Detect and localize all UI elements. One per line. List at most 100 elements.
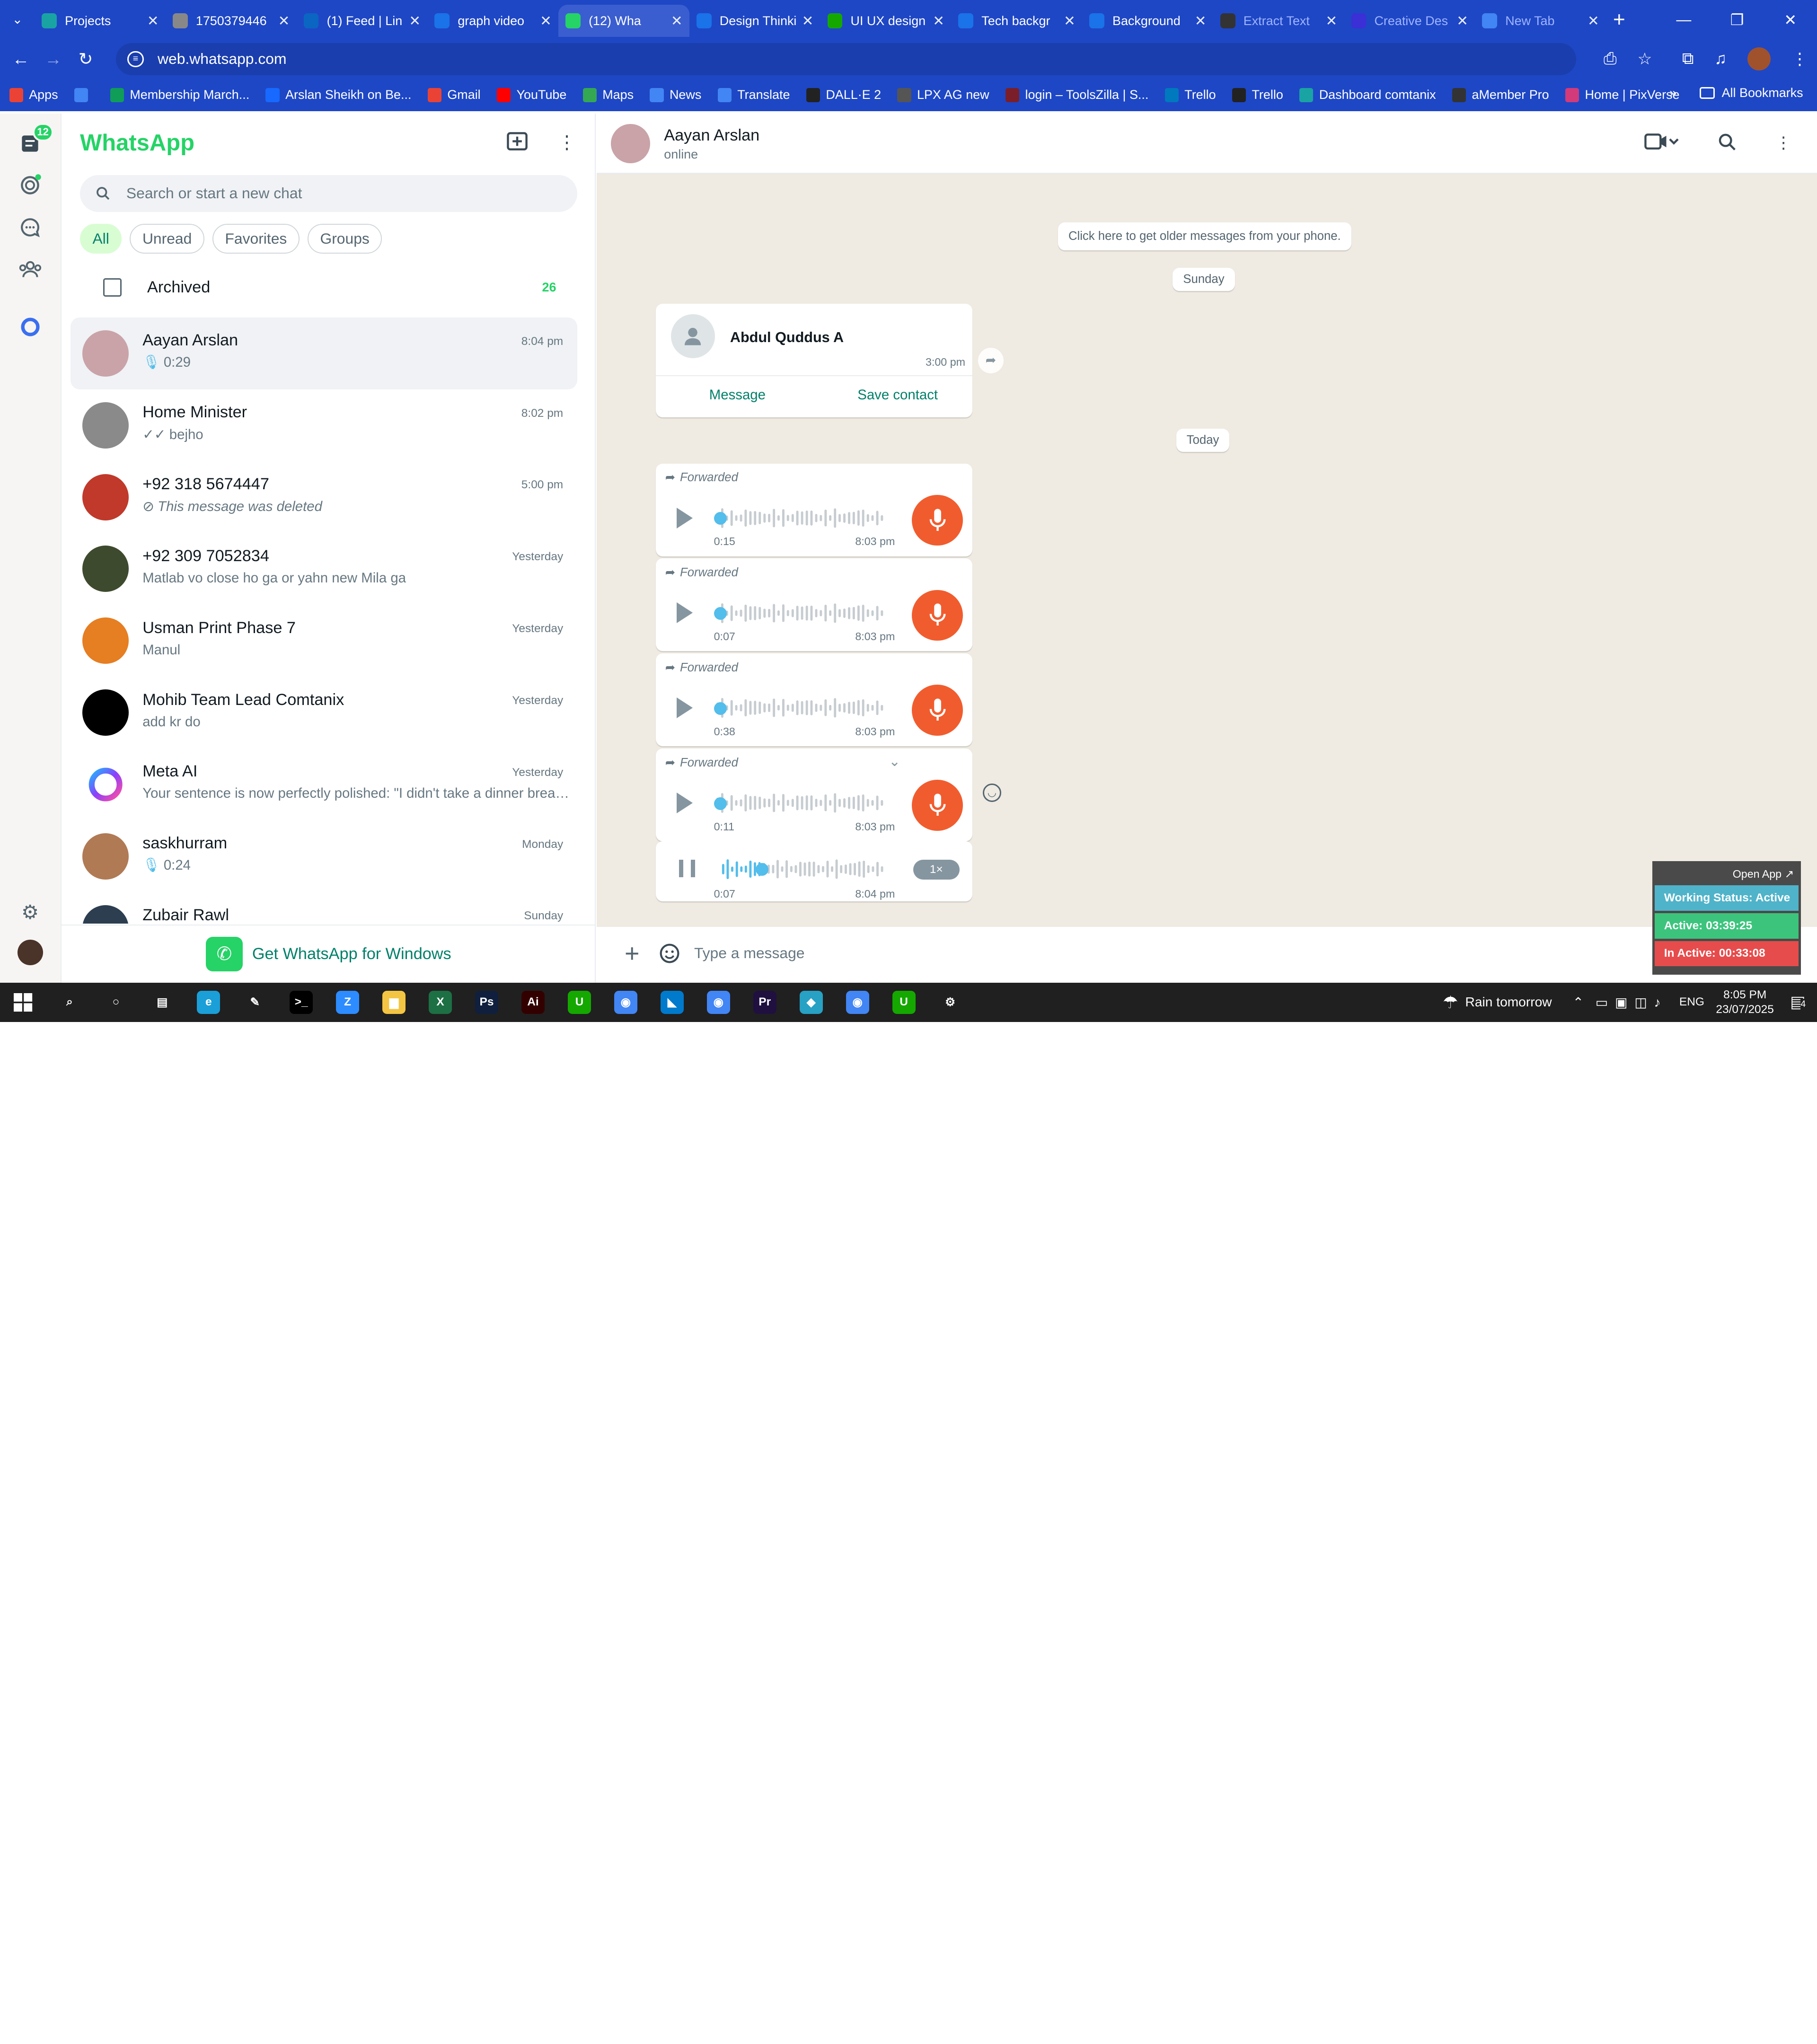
bookmark-item[interactable]: Home | PixVerse — [1565, 88, 1680, 102]
cortana-app[interactable]: ○ — [93, 983, 139, 1022]
browser-tab[interactable]: Design Thinki ✕ — [689, 5, 820, 37]
bookmark-item[interactable]: Gmail — [427, 88, 481, 102]
app-diamond[interactable]: ◆ — [788, 983, 834, 1022]
start-button[interactable] — [0, 983, 46, 1022]
settings-app[interactable]: ⚙ — [927, 983, 973, 1022]
search-input[interactable]: Search or start a new chat — [79, 175, 577, 212]
tab-close-icon[interactable]: ✕ — [1588, 13, 1599, 29]
back-icon[interactable]: ← — [5, 49, 37, 69]
playhead-dot[interactable] — [714, 512, 727, 525]
bookmark-item[interactable]: Dashboard comtanix — [1299, 88, 1436, 102]
bookmark-item[interactable]: DALL·E 2 — [806, 88, 881, 102]
weather-label[interactable]: Rain tomorrow — [1465, 995, 1552, 1010]
address-bar[interactable]: ≡ web.whatsapp.com — [115, 43, 1576, 76]
weather-icon[interactable]: ☂ — [1443, 992, 1458, 1013]
excel-app[interactable]: X — [417, 983, 464, 1022]
extensions-icon[interactable]: ⧉ — [1682, 50, 1694, 68]
browser-tab[interactable]: Projects ✕ — [35, 5, 166, 37]
older-messages-notice[interactable]: Click here to get older messages from yo… — [1058, 222, 1351, 250]
save-contact-button[interactable]: Save contact — [857, 387, 938, 403]
new-chat-icon[interactable] — [506, 132, 528, 155]
bookmark-item[interactable]: Trello — [1164, 88, 1216, 102]
archived-row[interactable]: Archived 26 — [80, 269, 577, 306]
bookmark-item[interactable]: YouTube — [496, 88, 566, 102]
restore-button[interactable]: ❐ — [1711, 0, 1764, 39]
filter-chip-favorites[interactable]: Favorites — [212, 223, 300, 254]
tab-close-icon[interactable]: ✕ — [540, 13, 552, 29]
tab-close-icon[interactable]: ✕ — [802, 13, 814, 29]
profile-avatar[interactable] — [1747, 47, 1771, 71]
menu-dots-icon[interactable]: ⋮ — [1775, 133, 1791, 155]
new-tab-button[interactable]: + — [1613, 8, 1625, 32]
video-call-icon[interactable] — [1644, 133, 1679, 155]
tray-icons[interactable]: ▭▣◫♪ — [1596, 995, 1668, 1010]
browser-tab[interactable]: Tech backgr ✕ — [952, 5, 1083, 37]
browser-tab[interactable]: Extract Text ✕ — [1213, 5, 1344, 37]
language-indicator[interactable]: ENG — [1679, 996, 1704, 1009]
tab-close-icon[interactable]: ✕ — [409, 13, 421, 29]
notification-icon[interactable]: ▤ 4 — [1790, 993, 1806, 1012]
tab-close-icon[interactable]: ✕ — [147, 13, 159, 29]
attach-plus-icon[interactable]: + — [625, 939, 639, 968]
chat-list-item[interactable]: Mohib Team Lead Comtanix Yesterday add kr … — [71, 677, 577, 749]
play-icon[interactable] — [677, 507, 693, 529]
chat-list-item[interactable]: Aayan Arslan 8:04 pm 🎙︎ 0:29 — [71, 317, 577, 389]
zoom-app[interactable]: Z — [325, 983, 371, 1022]
chat-list-item[interactable]: +92 318 5674447 5:00 pm ⊘ This message was … — [71, 461, 577, 533]
upwork2-app[interactable]: U — [881, 983, 927, 1022]
tab-close-icon[interactable]: ✕ — [1326, 13, 1338, 29]
chat-list-item[interactable]: +92 309 7052834 Yesterday Matlab vo close … — [71, 533, 577, 605]
tab-close-icon[interactable]: ✕ — [1064, 13, 1076, 29]
bookmark-item[interactable]: Arslan Sheikh on Be... — [265, 88, 411, 102]
get-windows-banner[interactable]: ✆ Get WhatsApp for Windows — [61, 925, 596, 982]
browser-tab[interactable]: Background ✕ — [1082, 5, 1213, 37]
minimize-button[interactable]: — — [1657, 0, 1711, 39]
playhead-dot[interactable] — [755, 863, 768, 876]
filter-chip-all[interactable]: All — [79, 223, 122, 254]
search-icon[interactable] — [1719, 133, 1736, 155]
pen-app[interactable]: ✎ — [232, 983, 278, 1022]
browser-tab[interactable]: (1) Feed | Lin ✕ — [297, 5, 428, 37]
tab-close-icon[interactable]: ✕ — [671, 13, 683, 29]
message-contact-button[interactable]: Message — [709, 387, 766, 403]
bookmark-star-icon[interactable]: ☆ — [1637, 50, 1652, 69]
bookmark-item[interactable]: aMember Pro — [1452, 88, 1549, 102]
playhead-dot[interactable] — [714, 607, 727, 620]
premiere-app[interactable]: Pr — [741, 983, 788, 1022]
chat-list-item[interactable]: Home Minister 8:02 pm ✓✓ bejho — [71, 389, 577, 461]
playhead-dot[interactable] — [714, 797, 727, 810]
chrome2-app[interactable]: ◉ — [695, 983, 741, 1022]
channels-icon[interactable] — [16, 213, 44, 241]
chrome3-app[interactable]: ◉ — [834, 983, 881, 1022]
edge-app[interactable]: e — [185, 983, 232, 1022]
meta-ai-icon[interactable] — [16, 313, 44, 341]
menu-dots-icon[interactable]: ⋮ — [1791, 50, 1808, 69]
illustrator-app[interactable]: Ai — [510, 983, 556, 1022]
bookmark-item[interactable]: Apps — [9, 88, 58, 102]
tray-chevron-icon[interactable]: ⌃ — [1573, 995, 1584, 1010]
bookmark-item[interactable]: login – ToolsZilla | S... — [1005, 88, 1148, 102]
settings-icon[interactable]: ⚙ — [16, 898, 44, 926]
upwork-app[interactable]: U — [556, 983, 602, 1022]
browser-tab[interactable]: 1750379446 ✕ — [166, 5, 297, 37]
photoshop-app[interactable]: Ps — [464, 983, 510, 1022]
open-app-button[interactable]: Open App ↗ — [1655, 863, 1799, 885]
chrome-app[interactable]: ◉ — [602, 983, 649, 1022]
explorer-app[interactable]: ▆ — [371, 983, 417, 1022]
communities-icon[interactable] — [16, 255, 44, 283]
bookmark-item[interactable]: Membership March... — [110, 88, 249, 102]
tab-close-icon[interactable]: ✕ — [1195, 13, 1207, 29]
conversation-header[interactable]: Aayan Arslan online ⋮ — [597, 114, 1817, 174]
media-icon[interactable]: ♫ — [1714, 50, 1727, 68]
browser-tab[interactable]: New Tab ✕ — [1475, 5, 1606, 37]
bookmark-item[interactable]: Maps — [582, 88, 634, 102]
play-icon[interactable] — [677, 602, 693, 624]
menu-dots-icon[interactable]: ⋮ — [557, 132, 576, 155]
chevron-down-icon[interactable]: ⌄ — [889, 753, 900, 770]
pause-icon[interactable] — [679, 860, 696, 877]
chat-list-item[interactable]: Meta AI Yesterday Your sentence is now per… — [71, 749, 577, 820]
chat-list-item[interactable]: saskhurram Monday 🎙︎ 0:24 — [71, 820, 577, 892]
play-icon[interactable] — [677, 697, 693, 719]
status-icon[interactable] — [16, 171, 44, 199]
contact-avatar[interactable] — [610, 124, 650, 164]
